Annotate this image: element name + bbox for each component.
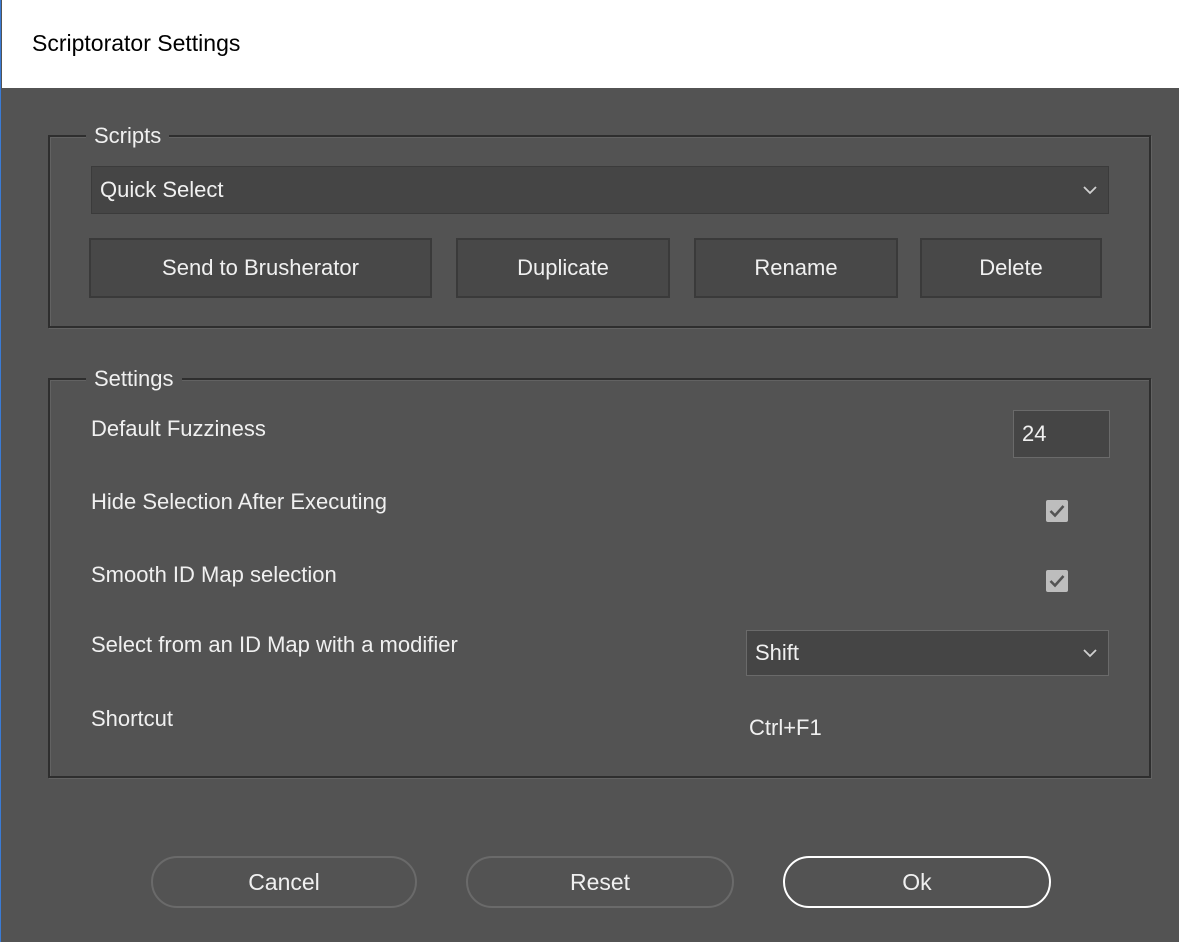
scripts-group-label: Scripts: [86, 121, 170, 151]
settings-group-label: Settings: [86, 364, 182, 394]
reset-button[interactable]: Reset: [466, 856, 734, 908]
duplicate-button[interactable]: Duplicate: [456, 238, 670, 298]
settings-dialog: Scriptorator Settings Scripts Quick Sele…: [0, 0, 1179, 942]
checkmark-icon: [1049, 575, 1065, 588]
script-select-value: Quick Select: [100, 177, 224, 202]
fuzziness-input[interactable]: 24: [1013, 410, 1110, 458]
checkmark-icon: [1049, 505, 1065, 518]
default-fuzziness-label: Default Fuzziness: [91, 416, 266, 441]
shortcut-label: Shortcut: [91, 706, 173, 731]
title-bar[interactable]: Scriptorator Settings: [2, 0, 1179, 88]
modifier-select[interactable]: Shift: [746, 630, 1109, 676]
window-title: Scriptorator Settings: [32, 30, 241, 56]
smooth-id-map-label: Smooth ID Map selection: [91, 562, 337, 587]
script-select[interactable]: Quick Select: [91, 166, 1109, 214]
hide-selection-label: Hide Selection After Executing: [91, 489, 387, 514]
send-to-brusherator-button[interactable]: Send to Brusherator: [89, 238, 432, 298]
hide-selection-checkbox[interactable]: [1046, 500, 1068, 522]
chevron-down-icon: [1083, 649, 1097, 658]
shortcut-value[interactable]: Ctrl+F1: [749, 713, 822, 743]
scripts-group: Scripts: [48, 121, 1151, 328]
delete-button[interactable]: Delete: [920, 238, 1102, 298]
modifier-select-value: Shift: [755, 640, 800, 665]
smooth-id-map-checkbox[interactable]: [1046, 570, 1068, 592]
cancel-button[interactable]: Cancel: [151, 856, 417, 908]
modifier-label: Select from an ID Map with a modifier: [91, 632, 458, 657]
rename-button[interactable]: Rename: [694, 238, 898, 298]
ok-button[interactable]: Ok: [783, 856, 1051, 908]
chevron-down-icon: [1083, 186, 1097, 195]
